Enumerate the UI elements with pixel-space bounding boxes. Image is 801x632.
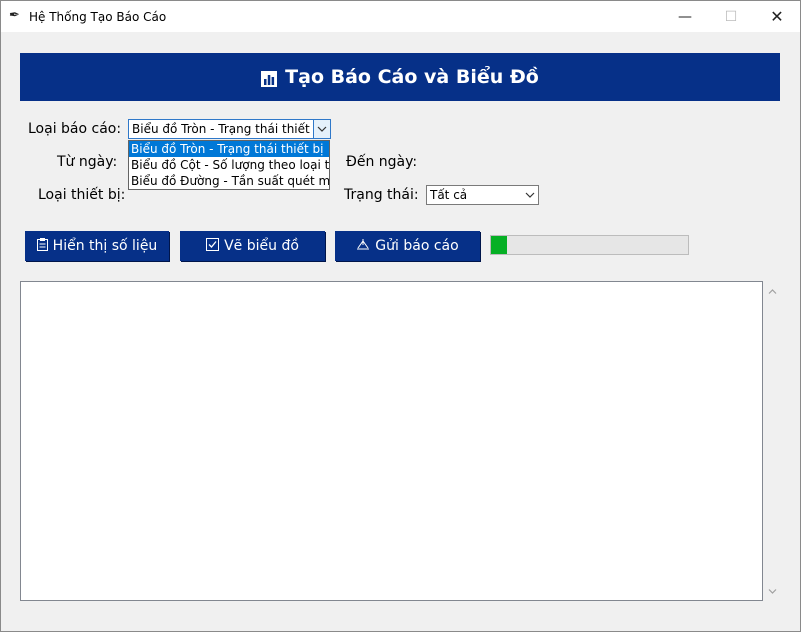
send-icon: [356, 238, 370, 254]
from-date-label: Từ ngày:: [57, 154, 118, 170]
scroll-down-arrow-icon[interactable]: [764, 583, 780, 599]
status-select[interactable]: Tất cả: [426, 185, 539, 205]
status-label: Trạng thái:: [344, 187, 419, 203]
progress-fill: [491, 236, 507, 254]
show-data-button[interactable]: Hiển thị số liệu: [25, 231, 169, 261]
chevron-down-icon[interactable]: [522, 186, 538, 204]
to-date-label: Đến ngày:: [346, 154, 418, 170]
bar-chart-icon: [261, 70, 278, 87]
show-data-label: Hiển thị số liệu: [52, 238, 158, 254]
draw-chart-button[interactable]: Vẽ biểu đồ: [180, 231, 325, 261]
dropdown-option[interactable]: Biểu đồ Tròn - Trạng thái thiết bị: [129, 141, 329, 157]
status-value: Tất cả: [430, 188, 468, 202]
output-text-area[interactable]: [20, 281, 763, 601]
report-type-select[interactable]: Biểu đồ Tròn - Trạng thái thiết bị: [128, 119, 331, 139]
output-scrollbar[interactable]: [764, 281, 780, 601]
scroll-up-arrow-icon[interactable]: [764, 283, 780, 299]
report-type-label: Loại báo cáo:: [28, 121, 122, 137]
dropdown-option[interactable]: Biểu đồ Đường - Tần suất quét mã: [129, 173, 329, 189]
feather-icon: ✒: [9, 8, 20, 23]
device-type-label: Loại thiết bị:: [38, 187, 126, 203]
clipboard-icon: [36, 237, 48, 255]
report-type-value: Biểu đồ Tròn - Trạng thái thiết bị: [132, 122, 325, 136]
minimize-button[interactable]: —: [662, 1, 708, 32]
close-button[interactable]: ✕: [754, 1, 800, 32]
report-type-dropdown-list: Biểu đồ Tròn - Trạng thái thiết bị Biểu …: [128, 140, 330, 190]
chevron-down-icon[interactable]: [313, 120, 330, 138]
progress-bar: [490, 235, 689, 255]
send-report-label: Gửi báo cáo: [375, 238, 459, 254]
draw-chart-label: Vẽ biểu đồ: [224, 238, 299, 254]
page-title: Tạo Báo Cáo và Biểu Đồ: [285, 66, 539, 88]
maximize-button[interactable]: ☐: [708, 1, 754, 32]
window-title: Hệ Thống Tạo Báo Cáo: [29, 10, 167, 24]
send-report-button[interactable]: Gửi báo cáo: [335, 231, 480, 261]
page-header: Tạo Báo Cáo và Biểu Đồ: [20, 53, 780, 101]
dropdown-option[interactable]: Biểu đồ Cột - Số lượng theo loại thiết: [129, 157, 329, 173]
title-bar: ✒ Hệ Thống Tạo Báo Cáo — ☐ ✕: [1, 1, 800, 32]
checkbox-icon: [206, 237, 220, 255]
